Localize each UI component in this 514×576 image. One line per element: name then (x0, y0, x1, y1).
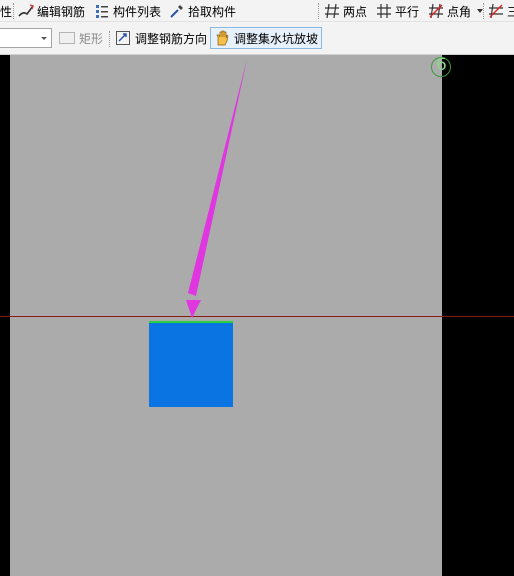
arrow-head (186, 300, 201, 318)
annotation-arrow (186, 59, 247, 318)
arrow-shaft (188, 59, 247, 296)
